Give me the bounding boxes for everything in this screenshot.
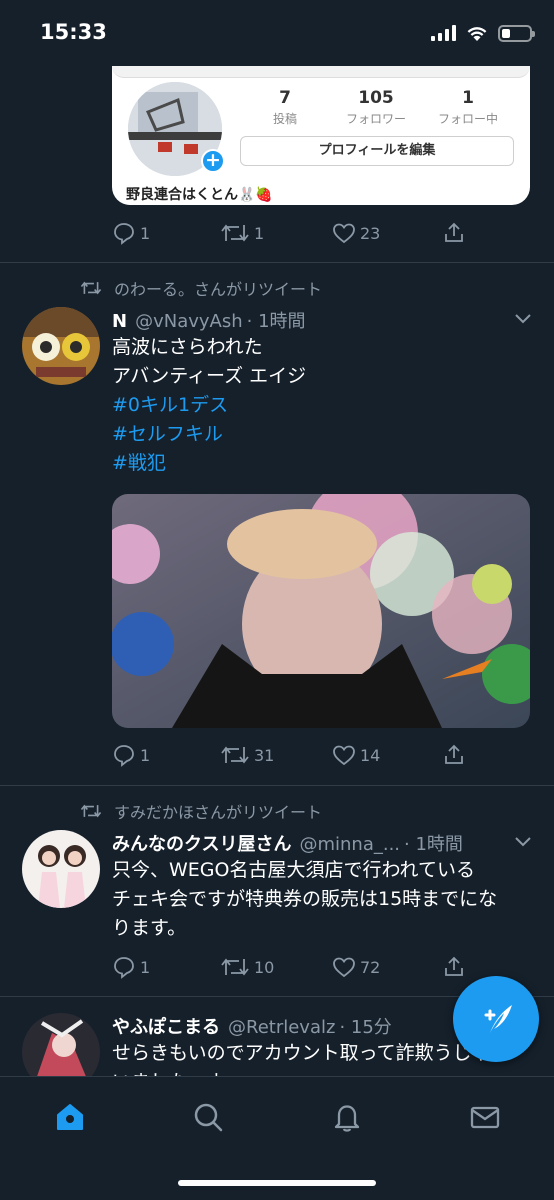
stat-posts: 7 投稿 bbox=[272, 88, 297, 126]
display-name[interactable]: みんなのクスリ屋さん bbox=[112, 830, 291, 856]
retweet-button[interactable]: 10 bbox=[220, 955, 274, 979]
display-name[interactable]: やふぽこまる bbox=[112, 1013, 220, 1039]
user-handle[interactable]: @Retrlevalz bbox=[228, 1017, 335, 1038]
reply-button[interactable]: 1 bbox=[112, 221, 150, 245]
compose-tweet-button[interactable] bbox=[453, 976, 539, 1062]
retweet-button[interactable]: 1 bbox=[220, 221, 264, 245]
retweeted-by: のわーる。さんがリツイート bbox=[114, 280, 323, 299]
tweet-time: · 1時間 bbox=[246, 311, 306, 332]
hashtag-link[interactable]: #戦犯 bbox=[112, 449, 542, 478]
retweet-icon bbox=[221, 746, 249, 764]
display-name[interactable]: N bbox=[112, 311, 127, 332]
profile-embed-card[interactable]: + 7 投稿 105 フォロワー 1 フォロー中 プロフィールを編集 野良連合は… bbox=[112, 50, 530, 205]
home-indicator bbox=[178, 1180, 376, 1186]
reply-count: 1 bbox=[140, 223, 151, 243]
reply-icon bbox=[114, 223, 134, 245]
heart-icon bbox=[333, 223, 355, 244]
stat-followers: 105 フォロワー bbox=[345, 88, 406, 126]
retweet-icon bbox=[221, 224, 249, 242]
like-count: 23 bbox=[360, 223, 381, 243]
user-handle[interactable]: @minna_... bbox=[299, 834, 400, 855]
tweet-1[interactable]: + 7 投稿 105 フォロワー 1 フォロー中 プロフィールを編集 野良連合は… bbox=[0, 50, 554, 263]
share-button[interactable] bbox=[442, 955, 466, 979]
tweet-3[interactable]: すみだかほさんがリツイート みんなのクスリ屋さん @minna_... · 1時… bbox=[0, 786, 554, 997]
share-button[interactable] bbox=[442, 221, 466, 245]
share-icon bbox=[445, 956, 463, 976]
bell-icon bbox=[334, 1105, 360, 1132]
retweeted-by: すみだかほさんがリツイート bbox=[114, 803, 323, 822]
tweet-header: N @vNavyAsh · 1時間 bbox=[112, 307, 534, 333]
like-button[interactable]: 23 bbox=[332, 221, 380, 245]
retweet-context: のわーる。さんがリツイート bbox=[80, 276, 322, 300]
embed-profile-name: 野良連合はくとん🐰🍓 bbox=[126, 187, 273, 203]
share-button[interactable] bbox=[442, 743, 466, 767]
add-photo-icon[interactable]: + bbox=[201, 149, 225, 173]
tab-messages[interactable] bbox=[465, 1097, 505, 1137]
reply-icon bbox=[114, 745, 134, 767]
wifi-icon bbox=[467, 26, 487, 41]
status-time: 15:33 bbox=[40, 20, 107, 44]
avatar[interactable] bbox=[22, 830, 100, 908]
search-icon bbox=[194, 1103, 223, 1132]
tweet-text: 高波にさらわれた アバンティーズ エイジ #0キル1デス #セルフキル #戦犯 bbox=[112, 333, 542, 478]
tab-search[interactable] bbox=[188, 1097, 228, 1137]
reply-icon bbox=[114, 957, 134, 979]
tweet-time: · 15分 bbox=[339, 1017, 392, 1038]
tweet-media-image[interactable] bbox=[112, 494, 530, 728]
retweet-context: すみだかほさんがリツイート bbox=[80, 799, 322, 823]
retweet-count: 1 bbox=[254, 223, 265, 243]
signal-icon bbox=[431, 25, 456, 41]
home-icon bbox=[57, 1104, 83, 1130]
status-bar: 15:33 bbox=[0, 0, 554, 66]
compose-icon bbox=[484, 1005, 512, 1033]
tweet-header: やふぽこまる @Retrlevalz · 15分 bbox=[112, 1013, 454, 1039]
chevron-down-icon[interactable] bbox=[514, 313, 532, 325]
like-count: 14 bbox=[360, 745, 381, 765]
battery-icon bbox=[498, 24, 535, 42]
retweet-count: 10 bbox=[254, 957, 275, 977]
tweet-2[interactable]: のわーる。さんがリツイート N @vNavyAsh · 1時間 高波にさらわれた… bbox=[0, 263, 554, 786]
retweet-icon bbox=[221, 958, 249, 976]
tweet-actions: 1 1 23 bbox=[112, 221, 492, 251]
hashtag-link[interactable]: #セルフキル bbox=[112, 420, 542, 449]
heart-icon bbox=[333, 745, 355, 766]
like-count: 72 bbox=[360, 957, 381, 977]
retweet-button[interactable]: 31 bbox=[220, 743, 274, 767]
share-icon bbox=[445, 222, 463, 242]
reply-button[interactable]: 1 bbox=[112, 743, 150, 767]
like-button[interactable]: 72 bbox=[332, 955, 380, 979]
tab-notifications[interactable] bbox=[327, 1097, 367, 1137]
tweet-text: 只今、WEGO名古屋大須店で行われている チェキ会ですが特典券の販売は15時まで… bbox=[112, 859, 498, 939]
avatar[interactable] bbox=[22, 307, 100, 385]
tab-home[interactable] bbox=[50, 1097, 90, 1137]
chevron-down-icon[interactable] bbox=[514, 836, 532, 848]
edit-profile-button[interactable]: プロフィールを編集 bbox=[240, 136, 514, 166]
retweet-icon bbox=[80, 804, 102, 818]
reply-button[interactable]: 1 bbox=[112, 955, 150, 979]
status-icons bbox=[431, 22, 535, 44]
tweet-time: · 1時間 bbox=[404, 834, 463, 855]
reply-count: 1 bbox=[140, 745, 151, 765]
hashtag-link[interactable]: #0キル1デス bbox=[112, 391, 542, 420]
mail-icon bbox=[470, 1106, 500, 1129]
retweet-icon bbox=[80, 281, 102, 295]
like-button[interactable]: 14 bbox=[332, 743, 380, 767]
tweet-actions: 1 10 72 bbox=[112, 955, 492, 985]
stat-following: 1 フォロー中 bbox=[437, 88, 498, 126]
heart-icon bbox=[333, 957, 355, 978]
user-handle[interactable]: @vNavyAsh bbox=[135, 311, 243, 332]
share-icon bbox=[445, 744, 463, 764]
tweet-actions: 1 31 14 bbox=[112, 743, 492, 773]
tweet-header: みんなのクスリ屋さん @minna_... · 1時間 bbox=[112, 830, 534, 856]
reply-count: 1 bbox=[140, 957, 151, 977]
battery-level bbox=[502, 28, 510, 38]
retweet-count: 31 bbox=[254, 745, 275, 765]
